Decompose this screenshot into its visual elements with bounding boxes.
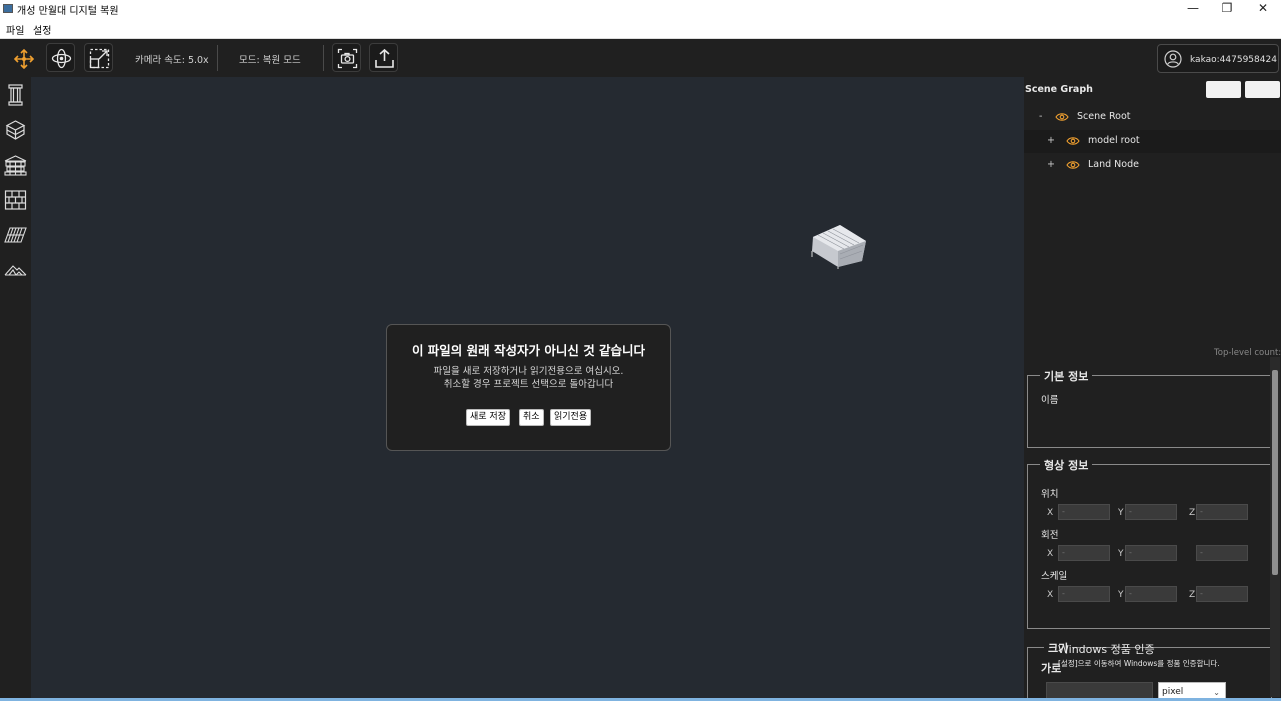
- dialog-title: 이 파일의 원래 작성자가 아니신 것 같습니다: [411, 343, 646, 358]
- scale-label: 스케일: [1041, 571, 1068, 582]
- building-model[interactable]: [810, 223, 870, 269]
- read-only-button[interactable]: 읽기전용: [550, 409, 592, 426]
- rotation-y-axis: Y: [1118, 549, 1124, 559]
- menu-file[interactable]: 파일: [6, 22, 24, 37]
- scrollbar-thumb[interactable]: [1272, 370, 1278, 575]
- window-title: 개성 만월대 디지털 복원: [17, 6, 119, 17]
- mode-label: 모드: 복원 모드: [239, 55, 301, 66]
- tree-node-model-root[interactable]: + model root: [1024, 130, 1281, 153]
- expand-toggle[interactable]: +: [1047, 159, 1055, 170]
- eye-icon[interactable]: [1055, 112, 1069, 122]
- expand-toggle[interactable]: +: [1047, 135, 1055, 146]
- scale-z-field[interactable]: -: [1196, 586, 1248, 602]
- position-x-axis: X: [1047, 508, 1054, 518]
- unit-select-value: pixel: [1162, 687, 1184, 697]
- move-icon: [13, 48, 35, 70]
- basic-info-title: 기본 정보: [1040, 368, 1093, 384]
- roof-icon: [4, 227, 27, 243]
- position-z-field[interactable]: -: [1196, 504, 1248, 520]
- move-tool-button[interactable]: [8, 43, 37, 72]
- rotation-z-field[interactable]: -: [1196, 545, 1248, 561]
- shape-info-title: 형상 정보: [1040, 457, 1093, 473]
- user-icon: [1164, 50, 1182, 68]
- watermark-text: [설정]으로 이동하여 Windows를 정품 인증합니다.: [1058, 659, 1220, 668]
- position-y-field[interactable]: -: [1125, 504, 1177, 520]
- scale-x-field[interactable]: -: [1058, 586, 1110, 602]
- eye-icon[interactable]: [1066, 160, 1080, 170]
- scale-y-field[interactable]: -: [1125, 586, 1177, 602]
- close-button[interactable]: ✕: [1245, 0, 1281, 18]
- tree-node-land-node[interactable]: + Land Node: [1024, 154, 1281, 177]
- scene-graph-action-button[interactable]: [1206, 81, 1241, 98]
- right-panel: Scene Graph - Scene Root + model root + …: [1024, 77, 1281, 701]
- structure-tool-button[interactable]: [4, 153, 27, 177]
- orbit-icon: [51, 48, 72, 69]
- rotation-label: 회전: [1041, 530, 1059, 541]
- left-toolbar: [0, 77, 31, 699]
- menu-settings[interactable]: 설정: [33, 22, 51, 37]
- tree-node-label: Scene Root: [1077, 111, 1131, 122]
- dialog-message-line1: 파일을 새로 저장하거나 읽기전용으로 여십시오.: [433, 366, 624, 377]
- minimize-button[interactable]: —: [1175, 0, 1211, 18]
- rotation-x-axis: X: [1047, 549, 1054, 559]
- camera-speed-label: 카메라 속도: 5.0x: [135, 55, 209, 66]
- user-id-label: kakao:4475958424: [1190, 55, 1277, 65]
- menu-bar: 파일 설정: [0, 18, 1281, 39]
- cancel-button[interactable]: 취소: [519, 409, 544, 426]
- position-z-axis: Z: [1189, 508, 1196, 518]
- position-y-axis: Y: [1118, 508, 1124, 518]
- rotation-y-field[interactable]: -: [1125, 545, 1177, 561]
- tree-node-scene-root[interactable]: - Scene Root: [1024, 106, 1281, 129]
- scene-graph-title: Scene Graph: [1025, 84, 1093, 95]
- position-label: 위치: [1041, 489, 1059, 500]
- tree-node-label: model root: [1088, 135, 1140, 146]
- rotate-tool-button[interactable]: [46, 43, 75, 72]
- upload-button[interactable]: [369, 43, 398, 72]
- wall-tool-button[interactable]: [4, 188, 27, 212]
- terrain-tool-button[interactable]: [4, 258, 27, 282]
- save-new-button[interactable]: 새로 저장: [466, 409, 510, 426]
- collapse-toggle[interactable]: -: [1039, 111, 1042, 122]
- block-tool-button[interactable]: [4, 118, 27, 142]
- user-account-button[interactable]: kakao:4475958424: [1157, 44, 1279, 73]
- app-icon: [3, 4, 13, 13]
- rotation-x-field[interactable]: -: [1058, 545, 1110, 561]
- scene-graph-action-button-2[interactable]: [1245, 81, 1280, 98]
- position-x-field[interactable]: -: [1058, 504, 1110, 520]
- block-icon: [5, 120, 26, 140]
- toolbar: 카메라 속도: 5.0x 모드: 복원 모드: [0, 39, 1281, 77]
- terrain-icon: [4, 265, 27, 276]
- screenshot-button[interactable]: [332, 43, 361, 72]
- scale-tool-button[interactable]: [84, 43, 113, 72]
- ownership-warning-dialog: 이 파일의 원래 작성자가 아니신 것 같습니다 파일을 새로 저장하거나 읽기…: [386, 324, 671, 451]
- structure-icon: [4, 155, 27, 176]
- scale-x-axis: X: [1047, 590, 1054, 600]
- scale-y-axis: Y: [1118, 590, 1124, 600]
- dialog-message-line2: 취소할 경우 프로젝트 선택으로 돌아갑니다: [443, 379, 614, 390]
- toolbar-separator: [217, 45, 218, 71]
- title-bar: 개성 만월대 디지털 복원 — ❐ ✕: [0, 0, 1281, 18]
- wall-icon: [4, 190, 27, 210]
- pillar-icon: [8, 84, 23, 106]
- toolbar-separator: [323, 45, 324, 71]
- tree-node-label: Land Node: [1088, 159, 1139, 170]
- eye-icon[interactable]: [1066, 136, 1080, 146]
- restore-button[interactable]: ❐: [1209, 0, 1245, 18]
- camera-icon: [337, 48, 358, 69]
- upload-icon: [375, 48, 394, 68]
- basic-info-group: 기본 정보 이름: [1027, 368, 1272, 448]
- roof-tool-button[interactable]: [4, 223, 27, 247]
- shape-info-group: 형상 정보 위치 X - Y - Z - 회전 X - Y - - 스케일 X …: [1027, 457, 1272, 629]
- scale-z-axis: Z: [1189, 590, 1196, 600]
- windows-activation-watermark: Windows 정품 인증 [설정]으로 이동하여 Windows를 정품 인증…: [1058, 641, 1220, 669]
- watermark-title: Windows 정품 인증: [1058, 643, 1155, 656]
- pillar-tool-button[interactable]: [4, 83, 27, 107]
- scale-icon: [89, 48, 110, 69]
- name-label: 이름: [1041, 395, 1059, 406]
